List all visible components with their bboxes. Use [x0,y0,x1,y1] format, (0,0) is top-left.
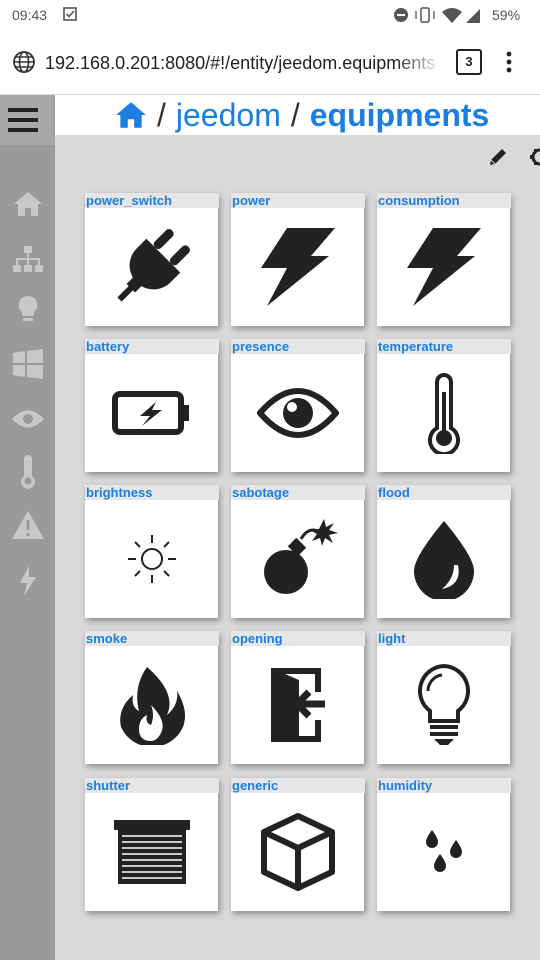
breadcrumb-current: equipments [309,96,490,133]
sidebar-item-thermometer[interactable] [0,452,55,492]
sidebar-item-eye[interactable] [0,399,55,439]
eye-icon [256,388,339,438]
tile-label: light [377,631,511,646]
main-content: power_switch power consumption battery p [55,135,540,960]
warning-icon [11,511,44,539]
battery-percent: 59% [492,7,521,23]
bolt-icon [406,228,481,306]
gear-icon[interactable] [529,147,540,167]
sidebar-item-lightbulb[interactable] [0,289,55,329]
tile-label: temperature [377,339,511,354]
tile-label: battery [85,339,219,354]
browser-url-bar: 192.168.0.201:8080/#!/entity/jeedom.equi… [0,30,540,95]
breadcrumb-separator: / [290,96,300,133]
tile-label: brightness [85,485,219,500]
tile-flood[interactable]: flood [377,485,511,618]
edit-pencil-icon[interactable] [488,147,508,167]
hamburger-menu-button[interactable] [0,95,55,145]
bomb-icon [263,519,338,594]
tile-label: humidity [377,778,511,793]
windows-icon [12,349,43,379]
tile-shutter[interactable]: shutter [85,778,219,911]
breadcrumb-separator: / [157,96,166,133]
tile-label: generic [231,778,365,793]
overflow-menu-icon[interactable] [506,51,512,73]
home-icon[interactable] [115,101,147,129]
sidebar [0,95,55,960]
eye-icon [11,410,44,428]
battery-charging-icon [111,391,189,435]
tile-opening[interactable]: opening [231,631,365,764]
sidebar-item-home[interactable] [0,184,55,224]
tile-smoke[interactable]: smoke [85,631,219,764]
tile-sabotage[interactable]: sabotage [231,485,365,618]
top-navigation: / jeedom / equipments [55,95,540,135]
door-entry-icon [270,668,325,742]
cube-icon [260,813,335,891]
tile-label: consumption [377,193,511,208]
tile-humidity[interactable]: humidity [377,778,511,911]
thermometer-icon [20,455,35,489]
tile-label: presence [231,339,365,354]
tile-presence[interactable]: presence [231,339,365,472]
tile-label: flood [377,485,511,500]
tile-brightness[interactable]: brightness [85,485,219,618]
thermometer-icon [427,373,460,454]
bolt-icon [19,566,36,596]
plug-icon [116,229,190,302]
sidebar-item-bolt[interactable] [0,561,55,601]
tile-battery[interactable]: battery [85,339,219,472]
tile-consumption[interactable]: consumption [377,193,511,326]
lightbulb-icon [417,663,470,745]
breadcrumb: / jeedom / equipments [115,95,489,135]
sitemap-icon [12,246,43,272]
shutter-icon [113,820,190,884]
status-icons [394,7,480,23]
tile-power-switch[interactable]: power_switch [85,193,219,326]
sidebar-item-warning[interactable] [0,505,55,545]
status-bar: 09:43 59% [0,0,540,30]
fire-icon [119,667,185,745]
hamburger-icon [8,108,38,132]
tile-label: opening [231,631,365,646]
sidebar-item-network[interactable] [0,239,55,279]
status-time: 09:43 [12,7,48,23]
water-drop-icon [413,521,474,599]
breadcrumb-jeedom-link[interactable]: jeedom [176,97,281,134]
tile-label: smoke [85,631,219,646]
tile-power[interactable]: power [231,193,365,326]
bolt-icon [260,228,335,306]
tile-light[interactable]: light [377,631,511,764]
tile-label: shutter [85,778,219,793]
home-icon [13,192,42,216]
checkbox-notification-icon [63,7,77,21]
url-field[interactable]: 192.168.0.201:8080/#!/entity/jeedom.equi… [45,53,443,74]
tile-temperature[interactable]: temperature [377,339,511,472]
tile-label: sabotage [231,485,365,500]
sun-icon [127,535,176,583]
tile-generic[interactable]: generic [231,778,365,911]
drops-icon [425,830,462,872]
tile-label: power_switch [85,193,219,208]
globe-icon [13,51,35,73]
lightbulb-icon [18,295,37,321]
tab-switcher-button[interactable]: 3 [456,49,482,75]
tile-label: power [231,193,365,208]
sidebar-item-windows[interactable] [0,344,55,384]
